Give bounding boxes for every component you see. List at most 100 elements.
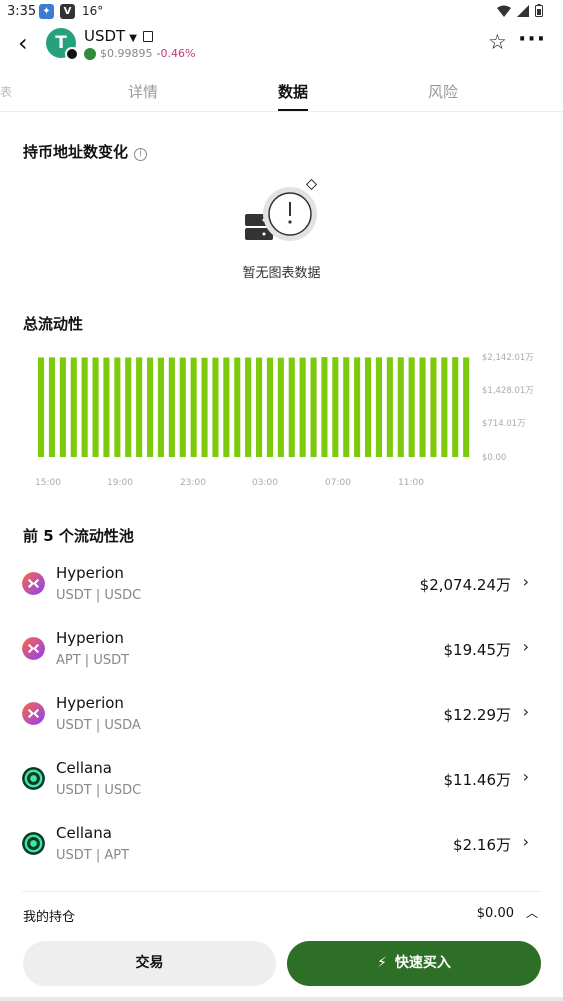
status-temperature: 16°: [82, 4, 104, 18]
y-tick-label: $2,142.01万: [482, 353, 534, 363]
liquidity-bar: [114, 357, 121, 457]
token-symbol: USDT: [84, 27, 126, 45]
liquidity-bar: [365, 357, 372, 457]
tab-details[interactable]: 详情: [128, 81, 158, 102]
liquidity-bar: [223, 357, 230, 457]
chain-badge-icon: [65, 47, 79, 61]
liquidity-bar: [299, 357, 306, 457]
cellana-logo-icon: [22, 832, 45, 855]
liquidity-bar: [419, 357, 426, 457]
pool-row[interactable]: Hyperion USDT | USDC $2,074.24万 ›: [0, 558, 563, 623]
pool-pair: USDT | APT: [56, 848, 130, 863]
chevron-right-icon: ›: [522, 572, 529, 591]
liquidity-bar: [38, 357, 45, 457]
empty-chart-illustration-icon: [245, 178, 318, 241]
liquidity-bar: [310, 357, 317, 457]
liquidity-bar: [70, 357, 77, 457]
pool-row[interactable]: Cellana USDT | USDC $11.46万 ›: [0, 753, 563, 818]
liquidity-bar: [441, 357, 448, 457]
tab-risk[interactable]: 风险: [428, 81, 458, 102]
liquidity-bar: [168, 357, 175, 457]
status-bar: 3:35 ✦ V 16°: [0, 0, 563, 24]
favorite-star-icon[interactable]: ☆: [488, 30, 507, 54]
x-tick-label: 15:00: [35, 478, 61, 488]
liquidity-bar: [452, 357, 459, 457]
notification-v-icon: V: [60, 4, 75, 19]
copy-icon[interactable]: [142, 31, 153, 42]
trade-button-label: 交易: [135, 955, 164, 971]
holdings-row[interactable]: 我的持仓 $0.00 ︿: [22, 891, 542, 931]
pool-name: Hyperion: [56, 564, 124, 582]
liquidity-bar: [354, 357, 361, 457]
pool-pair: USDT | USDC: [56, 783, 142, 798]
trade-button[interactable]: 交易: [23, 941, 276, 986]
x-tick-label: 19:00: [107, 478, 133, 488]
liquidity-bar: [81, 357, 88, 457]
hyperion-logo-icon: [22, 702, 45, 725]
pool-row[interactable]: Hyperion APT | USDT $19.45万 ›: [0, 623, 563, 688]
pool-name: Hyperion: [56, 629, 124, 647]
pools-section-title: 前 5 个流动性池: [23, 527, 134, 545]
liquidity-bar: [147, 357, 154, 457]
liquidity-bar: [430, 357, 437, 457]
lightning-icon: ⚡: [377, 955, 387, 971]
pool-pair: USDT | USDC: [56, 588, 142, 603]
token-price: $0.99895: [100, 47, 153, 60]
liquidity-bar: [256, 357, 263, 457]
liquidity-bar: [179, 357, 186, 457]
pool-name: Hyperion: [56, 694, 124, 712]
signal-icon: [517, 4, 529, 17]
more-options-icon[interactable]: ···: [518, 27, 546, 52]
info-icon[interactable]: i: [134, 148, 148, 161]
tab-edge-clipped[interactable]: 表: [0, 83, 12, 100]
liquidity-bar: [288, 357, 295, 457]
liquidity-bar: [59, 357, 66, 457]
x-tick-label: 03:00: [252, 478, 278, 488]
liquidity-bar: [397, 357, 404, 457]
holders-title-text: 持币地址数变化: [23, 143, 129, 161]
pool-row[interactable]: Cellana USDT | APT $2.16万 ›: [0, 818, 563, 883]
quick-buy-button[interactable]: ⚡ 快速买入: [287, 941, 541, 986]
chevron-up-icon[interactable]: ︿: [526, 904, 538, 921]
liquidity-bar-chart: $2,142.01万 $1,428.01万 $714.01万 $0.00 15:00 19…: [35, 353, 534, 488]
wifi-icon: [497, 5, 511, 17]
status-icons: [497, 4, 543, 17]
x-tick-label: 23:00: [180, 478, 206, 488]
empty-chart-text: 暂无图表数据: [242, 266, 321, 281]
pool-row[interactable]: Hyperion USDT | USDA $12.29万 ›: [0, 688, 563, 753]
active-tab-indicator: [278, 109, 308, 111]
pool-liquidity-value: $12.29万: [443, 706, 512, 724]
liquidity-bar: [245, 357, 252, 457]
pool-liquidity-value: $2,074.24万: [419, 576, 511, 594]
hyperion-logo-icon: [22, 572, 45, 595]
quick-buy-label: 快速买入: [394, 955, 451, 971]
chevron-right-icon: ›: [522, 832, 529, 851]
battery-icon: [535, 4, 543, 17]
x-tick-label: 11:00: [398, 478, 424, 488]
liquidity-bar: [48, 357, 55, 457]
chevron-right-icon: ›: [522, 702, 529, 721]
pool-liquidity-value: $11.46万: [443, 771, 512, 789]
liquidity-bar: [375, 357, 382, 457]
liquidity-bar: [343, 357, 350, 457]
holders-section-title: 持币地址数变化 i: [23, 141, 148, 162]
liquidity-bar: [463, 357, 470, 457]
liquidity-bar: [234, 357, 241, 457]
liquidity-bar: [157, 357, 164, 457]
liquidity-bar: [92, 357, 99, 457]
back-arrow-icon[interactable]: ‹: [18, 31, 28, 55]
y-tick-label: $0.00: [482, 453, 506, 463]
pool-name: Cellana: [56, 824, 112, 842]
token-change: -0.46%: [156, 47, 196, 60]
token-logo: T: [46, 28, 79, 61]
token-selector[interactable]: USDT ▼: [84, 27, 153, 45]
liquidity-bar: [386, 357, 393, 457]
tab-data[interactable]: 数据: [278, 81, 308, 102]
liquidity-bar: [190, 357, 197, 457]
liquidity-bar: [212, 357, 219, 457]
y-tick-label: $1,428.01万: [482, 386, 534, 396]
tab-bar: 表 详情 数据 风险: [0, 72, 563, 112]
pool-liquidity-value: $2.16万: [453, 836, 511, 854]
pool-name: Cellana: [56, 759, 112, 777]
liquidity-bar: [125, 357, 132, 457]
